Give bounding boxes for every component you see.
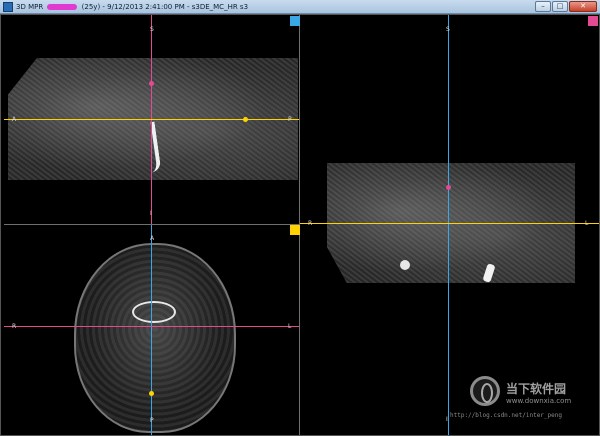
orientation-top: S <box>446 26 450 33</box>
right-view-pane[interactable]: S R L I <box>300 14 599 436</box>
watermark-url: www.downxia.com <box>506 397 572 405</box>
close-button[interactable]: ✕ <box>569 1 597 12</box>
crosshair-vertical-blue[interactable] <box>151 225 152 436</box>
mpr-viewport: S A P I S R L I A R L P <box>0 14 600 436</box>
crosshair-horizontal-pink[interactable] <box>4 326 299 327</box>
orientation-bottom: I <box>150 210 152 217</box>
crosshair-handle-pink[interactable] <box>149 81 154 86</box>
orientation-bottom: I <box>446 416 448 423</box>
title-suffix: (25y) - 9/12/2013 2:41:00 PM - s3DE_MC_H… <box>81 3 249 11</box>
view-color-marker-blue[interactable] <box>290 16 300 26</box>
orientation-right: P <box>288 116 292 123</box>
crosshair-horizontal-yellow[interactable] <box>300 223 599 224</box>
scan-image-bottom-left <box>74 243 236 433</box>
orientation-top: S <box>150 26 154 33</box>
orientation-left: R <box>308 220 313 227</box>
window-titlebar[interactable]: 3D MPR (25y) - 9/12/2013 2:41:00 PM - s3… <box>0 0 600 14</box>
watermark-logo-icon <box>470 376 500 406</box>
view-color-marker-pink[interactable] <box>588 16 598 26</box>
orientation-right: L <box>288 323 292 330</box>
orientation-left: A <box>12 116 17 123</box>
window-controls: – □ ✕ <box>535 1 597 13</box>
contrast-vessel-right-2 <box>400 260 410 270</box>
crosshair-handle-pink[interactable] <box>446 185 451 190</box>
crosshair-handle-yellow[interactable] <box>149 391 154 396</box>
orientation-top: A <box>150 235 155 242</box>
bottom-left-view-pane[interactable]: A R L P <box>4 225 299 436</box>
crosshair-handle-yellow[interactable] <box>243 117 248 122</box>
orientation-right: L <box>585 220 589 227</box>
vessel-ring <box>132 301 176 323</box>
top-left-view-pane[interactable]: S A P I <box>4 14 299 224</box>
orientation-left: R <box>12 323 17 330</box>
maximize-button[interactable]: □ <box>552 1 568 12</box>
title-prefix: 3D MPR <box>16 3 44 11</box>
redacted-patient-name <box>47 4 78 10</box>
minimize-button[interactable]: – <box>535 1 551 12</box>
orientation-bottom: P <box>150 417 154 424</box>
crosshair-vertical-blue[interactable] <box>448 14 449 436</box>
app-icon <box>3 2 13 12</box>
crosshair-horizontal-yellow[interactable] <box>4 119 299 120</box>
pane-divider-horizontal[interactable] <box>4 224 299 225</box>
watermark-blog: http://blog.csdn.net/inter_peng <box>450 412 562 419</box>
watermark-brand: 当下软件园 <box>506 382 567 396</box>
window-title: 3D MPR (25y) - 9/12/2013 2:41:00 PM - s3… <box>16 1 248 13</box>
view-color-marker-yellow[interactable] <box>290 225 300 235</box>
